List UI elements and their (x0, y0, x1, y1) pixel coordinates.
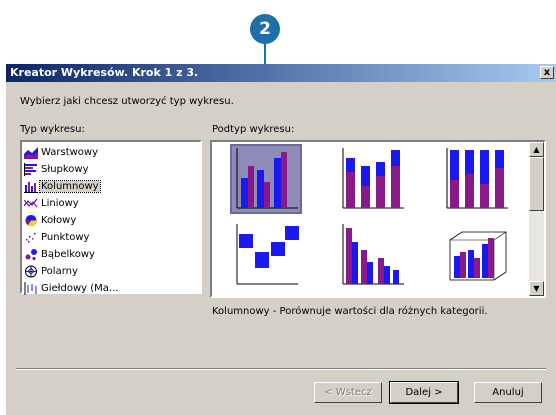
back-button[interactable]: < Wstecz (314, 382, 382, 403)
instruction-text: Wybierz jaki chcesz utworzyć typ wykresu… (20, 96, 234, 107)
type-item-bar[interactable]: Słupkowy (24, 161, 194, 178)
chart-type-list[interactable]: Warstwowy Słupkowy Kolumnowy Liniowy Koł… (20, 140, 202, 297)
subtype-floating-column[interactable] (232, 222, 300, 288)
pie-chart-icon (25, 215, 37, 226)
type-item-label: Polarny (41, 266, 78, 277)
subtype-100-stacked-column[interactable] (442, 146, 510, 212)
scroll-thumb[interactable] (529, 157, 544, 211)
scroll-down-arrow-icon[interactable]: ▼ (529, 281, 544, 296)
step-callout-badge: 2 (250, 14, 280, 44)
clustered-column-thumbnail (236, 148, 298, 209)
window-title: Kreator Wykresów. Krok 1 z 3. (10, 66, 199, 79)
subtype-scrollbar[interactable]: ▲ ▼ (529, 142, 544, 296)
cancel-button[interactable]: Anuluj (474, 382, 542, 403)
button-separator (16, 368, 546, 370)
type-item-label: Kolumnowy (39, 180, 101, 193)
stacked-column-thumbnail (342, 148, 404, 209)
type-item-column[interactable]: Kolumnowy (24, 178, 194, 195)
chart-subtype-panel[interactable]: ▲ ▼ (210, 140, 546, 298)
stock-chart-icon (24, 282, 37, 295)
subtype-description: Kolumnowy - Porównuje wartości dla różny… (212, 306, 488, 317)
area-chart-icon (24, 147, 38, 159)
scroll-up-arrow-icon[interactable]: ▲ (529, 142, 544, 157)
column-chart-icon (24, 182, 38, 193)
title-bar[interactable]: Kreator Wykresów. Krok 1 z 3. x (6, 64, 556, 82)
type-item-stock[interactable]: Giełdowy (Ma... (24, 280, 194, 297)
type-item-pie[interactable]: Kołowy (24, 212, 194, 229)
subtype-stacked-column[interactable] (338, 146, 406, 212)
floating-column-thumbnail (236, 224, 299, 285)
3d-column-thumbnail (449, 231, 507, 281)
subtype-clustered-column[interactable] (230, 144, 302, 214)
type-item-scatter[interactable]: Punktowy (24, 229, 194, 246)
type-item-label: Słupkowy (41, 164, 89, 175)
bar-chart-icon (24, 163, 37, 176)
subtype-label: Podtyp wykresu: (212, 124, 295, 135)
scatter-chart-icon (26, 233, 36, 243)
close-button[interactable]: x (540, 66, 554, 79)
type-item-line[interactable]: Liniowy (24, 195, 194, 212)
next-button[interactable]: Dalej > (389, 381, 459, 404)
subtype-clustered-column-2[interactable] (338, 222, 406, 288)
type-list-label: Typ wykresu: (20, 124, 85, 135)
type-item-area[interactable]: Warstwowy (24, 144, 194, 161)
line-chart-icon (24, 198, 38, 208)
type-item-label: Bąbelkowy (41, 249, 95, 260)
chart-wizard-dialog: Kreator Wykresów. Krok 1 z 3. x Wybierz … (6, 64, 556, 415)
type-item-label: Kołowy (41, 215, 77, 226)
bubble-chart-icon (25, 249, 37, 260)
type-item-polar[interactable]: Polarny (24, 263, 194, 280)
subtype-3d-column[interactable] (442, 222, 510, 288)
polar-chart-icon (25, 265, 37, 278)
type-item-label: Punktowy (41, 232, 90, 243)
type-item-label: Warstwowy (41, 147, 99, 158)
100-stacked-column-thumbnail (446, 148, 508, 209)
clustered-column-descending-thumbnail (342, 224, 404, 285)
type-item-label: Giełdowy (Ma... (41, 283, 119, 294)
type-item-bubble[interactable]: Bąbelkowy (24, 246, 194, 263)
type-item-label: Liniowy (41, 198, 79, 209)
